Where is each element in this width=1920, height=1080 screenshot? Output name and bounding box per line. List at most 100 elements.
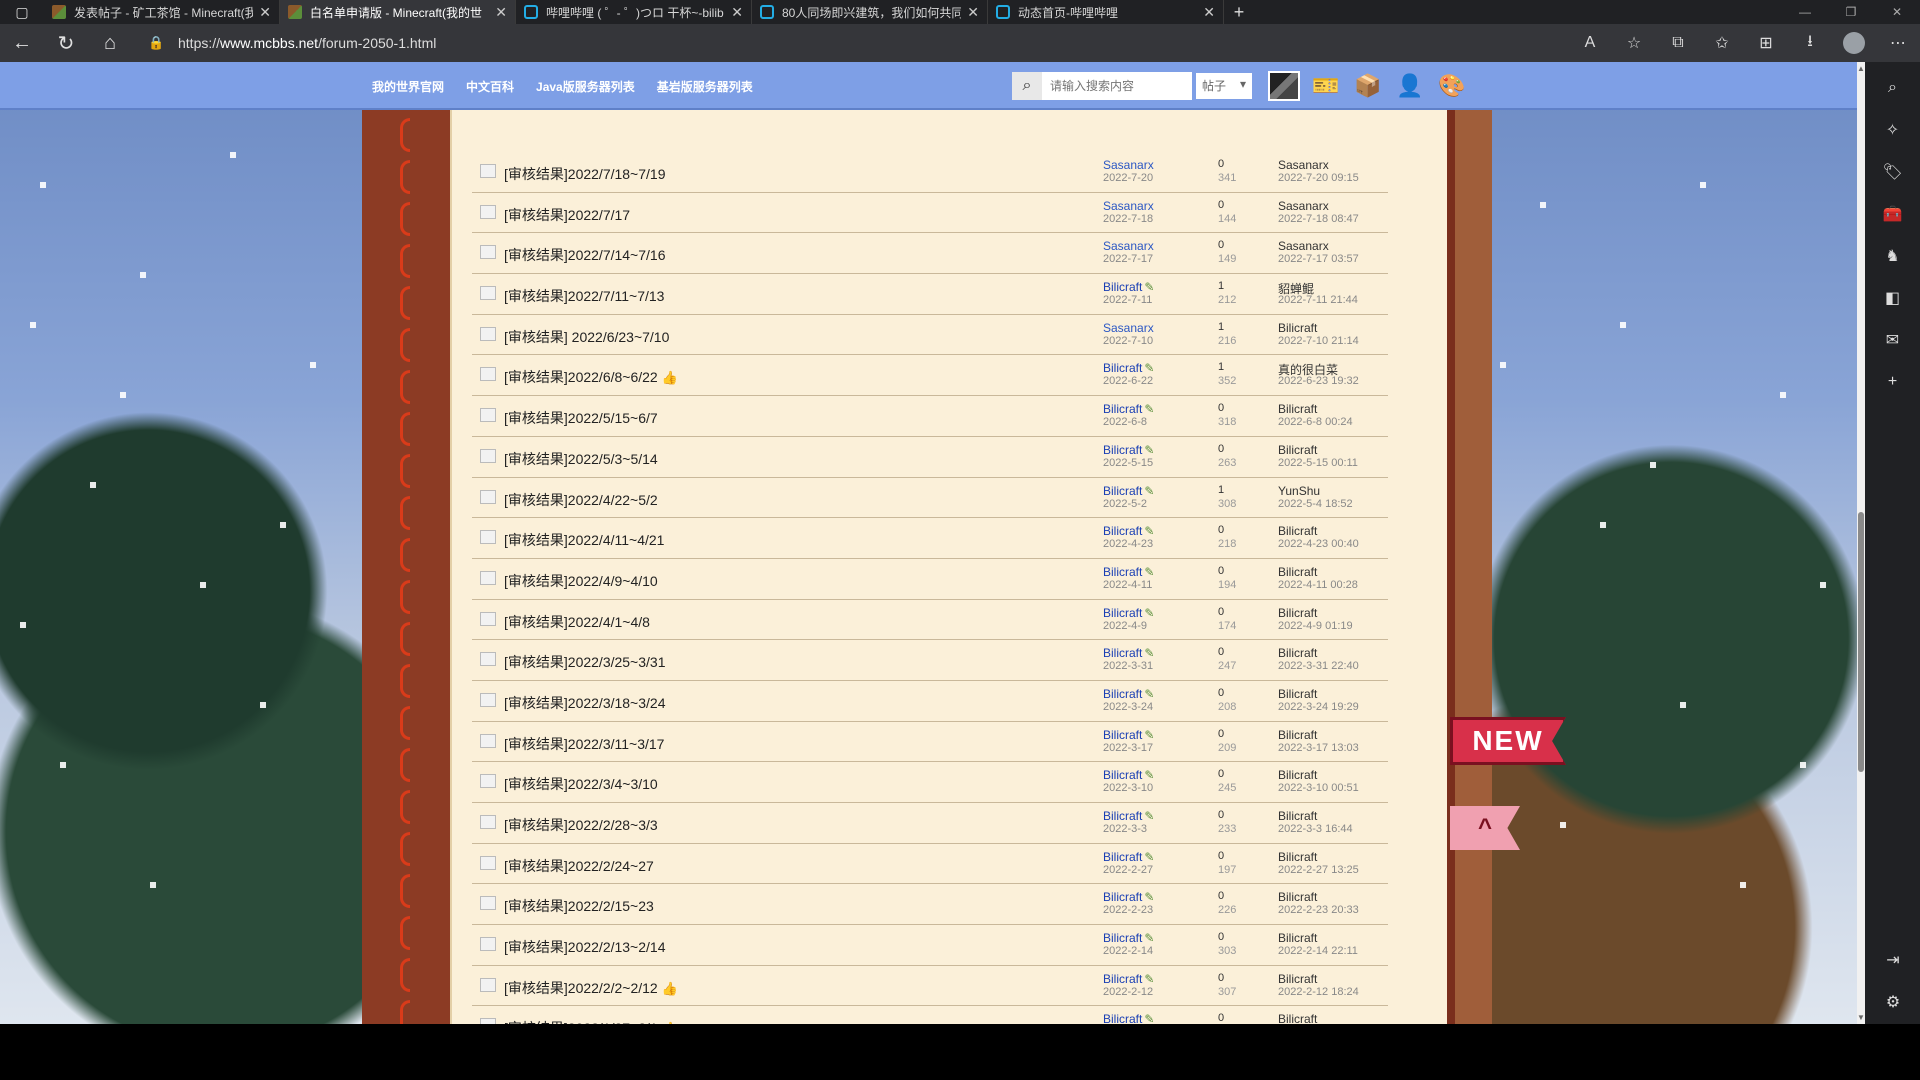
last-reply-time[interactable]: 2022-7-18 08:47 bbox=[1278, 213, 1359, 225]
page-scrollbar[interactable]: ▲ ▼ bbox=[1857, 62, 1865, 1024]
author-name[interactable]: Bilicraft bbox=[1103, 280, 1142, 294]
back-icon[interactable]: ← bbox=[0, 32, 44, 55]
folder-icon[interactable] bbox=[480, 408, 496, 423]
thread-author[interactable]: Bilicraft ✎ bbox=[1103, 931, 1154, 945]
collections-icon[interactable]: ⊞ bbox=[1744, 33, 1788, 53]
author-name[interactable]: Bilicraft bbox=[1103, 443, 1142, 457]
thread-title[interactable]: [审核结果]2022/4/11~4/21 bbox=[504, 532, 664, 548]
folder-icon[interactable] bbox=[480, 977, 496, 992]
thread-title-link[interactable]: [审核结果]2022/2/2~2/12 👍 bbox=[504, 978, 678, 998]
thread-author[interactable]: Bilicraft ✎ bbox=[1103, 606, 1154, 620]
folder-icon[interactable] bbox=[480, 855, 496, 870]
last-reply-time[interactable]: 2022-4-9 01:19 bbox=[1278, 620, 1353, 632]
thread-title[interactable]: [审核结果]2022/3/18~3/24 bbox=[504, 695, 666, 711]
tab-actions-menu-icon[interactable]: ▢ bbox=[0, 0, 44, 24]
browser-tab[interactable]: 哔哩哔哩 ( ゜- ゜)つロ 干杯~-bilib ✕ bbox=[516, 0, 752, 24]
back-to-top-ribbon[interactable]: ^ bbox=[1450, 806, 1520, 850]
last-reply-time[interactable]: 2022-6-8 00:24 bbox=[1278, 416, 1353, 428]
last-reply-user[interactable]: Bilicraft bbox=[1278, 972, 1317, 986]
folder-icon[interactable] bbox=[480, 286, 496, 301]
scrollbar-thumb[interactable] bbox=[1858, 512, 1864, 772]
profile-avatar[interactable] bbox=[1843, 32, 1865, 54]
last-reply-time[interactable]: 2022-3-10 00:51 bbox=[1278, 782, 1359, 794]
thread-title-link[interactable]: [审核结果]2022/4/22~5/2 bbox=[504, 490, 658, 510]
thread-author[interactable]: Bilicraft ✎ bbox=[1103, 972, 1154, 986]
thread-title-link[interactable]: [审核结果]2022/7/11~7/13 bbox=[504, 286, 664, 306]
thread-title[interactable]: [审核结果]2022/7/14~7/16 bbox=[504, 247, 666, 263]
thread-title[interactable]: [审核结果]2022/7/11~7/13 bbox=[504, 288, 664, 304]
games-icon[interactable]: ♞ bbox=[1873, 238, 1913, 274]
thread-author[interactable]: Bilicraft ✎ bbox=[1103, 890, 1154, 904]
author-name[interactable]: Bilicraft bbox=[1103, 687, 1142, 701]
site-nav-link[interactable]: 基岩版服务器列表 bbox=[657, 78, 753, 95]
author-name[interactable]: Bilicraft bbox=[1103, 850, 1142, 864]
folder-icon[interactable] bbox=[480, 164, 496, 178]
author-name[interactable]: Bilicraft bbox=[1103, 606, 1142, 620]
author-name[interactable]: Bilicraft bbox=[1103, 931, 1142, 945]
thread-title-link[interactable]: [审核结果]2022/4/1~4/8 bbox=[504, 612, 650, 632]
thread-author[interactable]: Bilicraft ✎ bbox=[1103, 361, 1154, 375]
folder-icon[interactable] bbox=[480, 489, 496, 504]
box-icon[interactable]: 📦 bbox=[1352, 70, 1384, 102]
favorites-icon[interactable]: ✩ bbox=[1700, 33, 1744, 53]
author-name[interactable]: Bilicraft bbox=[1103, 646, 1142, 660]
thread-author[interactable]: Bilicraft ✎ bbox=[1103, 728, 1154, 742]
author-name[interactable]: Bilicraft bbox=[1103, 890, 1142, 904]
thread-title-link[interactable]: [审核结果]2022/2/15~23 bbox=[504, 896, 654, 916]
last-reply-user[interactable]: Bilicraft bbox=[1278, 402, 1317, 416]
add-favorite-icon[interactable]: ☆ bbox=[1612, 33, 1656, 53]
search-icon[interactable]: ⌕ bbox=[1873, 70, 1913, 106]
thread-title[interactable]: [审核结果]2022/2/15~23 bbox=[504, 898, 654, 914]
add-sidebar-app-icon[interactable]: + bbox=[1873, 364, 1913, 400]
last-reply-time[interactable]: 2022-5-4 18:52 bbox=[1278, 498, 1353, 510]
last-reply-time[interactable]: 2022-7-10 21:14 bbox=[1278, 335, 1359, 347]
author-name[interactable]: Bilicraft bbox=[1103, 809, 1142, 823]
close-tab-icon[interactable]: ✕ bbox=[731, 4, 743, 21]
thread-author[interactable]: Bilicraft ✎ bbox=[1103, 687, 1154, 701]
folder-icon[interactable] bbox=[480, 204, 496, 219]
home-icon[interactable]: ⌂ bbox=[88, 32, 132, 55]
refresh-icon[interactable]: ↻ bbox=[44, 31, 88, 56]
thread-author[interactable]: Sasanarx bbox=[1103, 239, 1154, 253]
last-reply-user[interactable]: Sasanarx bbox=[1278, 199, 1329, 213]
ticket-icon[interactable]: 🎫 bbox=[1310, 70, 1342, 102]
thread-author[interactable]: Sasanarx bbox=[1103, 321, 1154, 335]
author-name[interactable]: Bilicraft bbox=[1103, 361, 1142, 375]
author-name[interactable]: Bilicraft bbox=[1103, 524, 1142, 538]
author-name[interactable]: Sasanarx bbox=[1103, 239, 1154, 253]
outlook-icon[interactable]: ✉ bbox=[1873, 322, 1913, 358]
last-reply-user[interactable]: YunShu bbox=[1278, 484, 1320, 498]
last-reply-user[interactable]: Bilicraft bbox=[1278, 524, 1317, 538]
browser-tab[interactable]: 动态首页-哔哩哔哩 ✕ bbox=[988, 0, 1224, 24]
last-reply-user[interactable]: Bilicraft bbox=[1278, 809, 1317, 823]
thread-author[interactable]: Bilicraft ✎ bbox=[1103, 484, 1154, 498]
thread-title[interactable]: [审核结果]2022/4/1~4/8 bbox=[504, 614, 650, 630]
folder-icon[interactable] bbox=[480, 937, 496, 952]
search-input[interactable] bbox=[1042, 72, 1192, 100]
thread-title[interactable]: [审核结果]2022/7/17 bbox=[504, 207, 630, 223]
thread-title-link[interactable]: [审核结果]2022/4/11~4/21 bbox=[504, 530, 664, 550]
thread-author[interactable]: Bilicraft ✎ bbox=[1103, 565, 1154, 579]
lock-icon[interactable]: 🔒 bbox=[148, 35, 178, 51]
last-reply-time[interactable]: 2022-4-23 00:40 bbox=[1278, 538, 1359, 550]
thread-title-link[interactable]: [审核结果]2022/5/15~6/7 bbox=[504, 408, 658, 428]
scroll-up-icon[interactable]: ▲ bbox=[1857, 64, 1865, 73]
thread-author[interactable]: Bilicraft ✎ bbox=[1103, 402, 1154, 416]
thread-title[interactable]: [审核结果]2022/2/24~27 bbox=[504, 858, 654, 874]
author-name[interactable]: Bilicraft bbox=[1103, 565, 1142, 579]
search-icon[interactable]: ⌕ bbox=[1012, 72, 1042, 100]
close-tab-icon[interactable]: ✕ bbox=[495, 4, 507, 21]
thread-title-link[interactable]: [审核结果] 2022/6/23~7/10 bbox=[504, 327, 669, 347]
thread-author[interactable]: Bilicraft ✎ bbox=[1103, 524, 1154, 538]
thread-title-link[interactable]: [审核结果]2022/7/17 bbox=[504, 205, 630, 225]
thread-author[interactable]: Bilicraft ✎ bbox=[1103, 280, 1154, 294]
close-tab-icon[interactable]: ✕ bbox=[259, 4, 271, 21]
thread-title[interactable]: [审核结果]2022/5/3~5/14 bbox=[504, 451, 658, 467]
last-reply-time[interactable]: 2022-7-11 21:44 bbox=[1278, 294, 1358, 306]
browser-tab[interactable]: 白名单申请版 - Minecraft(我的世 ✕ bbox=[280, 0, 516, 24]
thread-title[interactable]: [审核结果]2022/2/13~2/14 bbox=[504, 939, 666, 955]
thread-title[interactable]: [审核结果]2022/3/11~3/17 bbox=[504, 736, 664, 752]
folder-icon[interactable] bbox=[480, 367, 496, 382]
folder-icon[interactable] bbox=[480, 1018, 496, 1024]
last-reply-user[interactable]: Bilicraft bbox=[1278, 728, 1317, 742]
